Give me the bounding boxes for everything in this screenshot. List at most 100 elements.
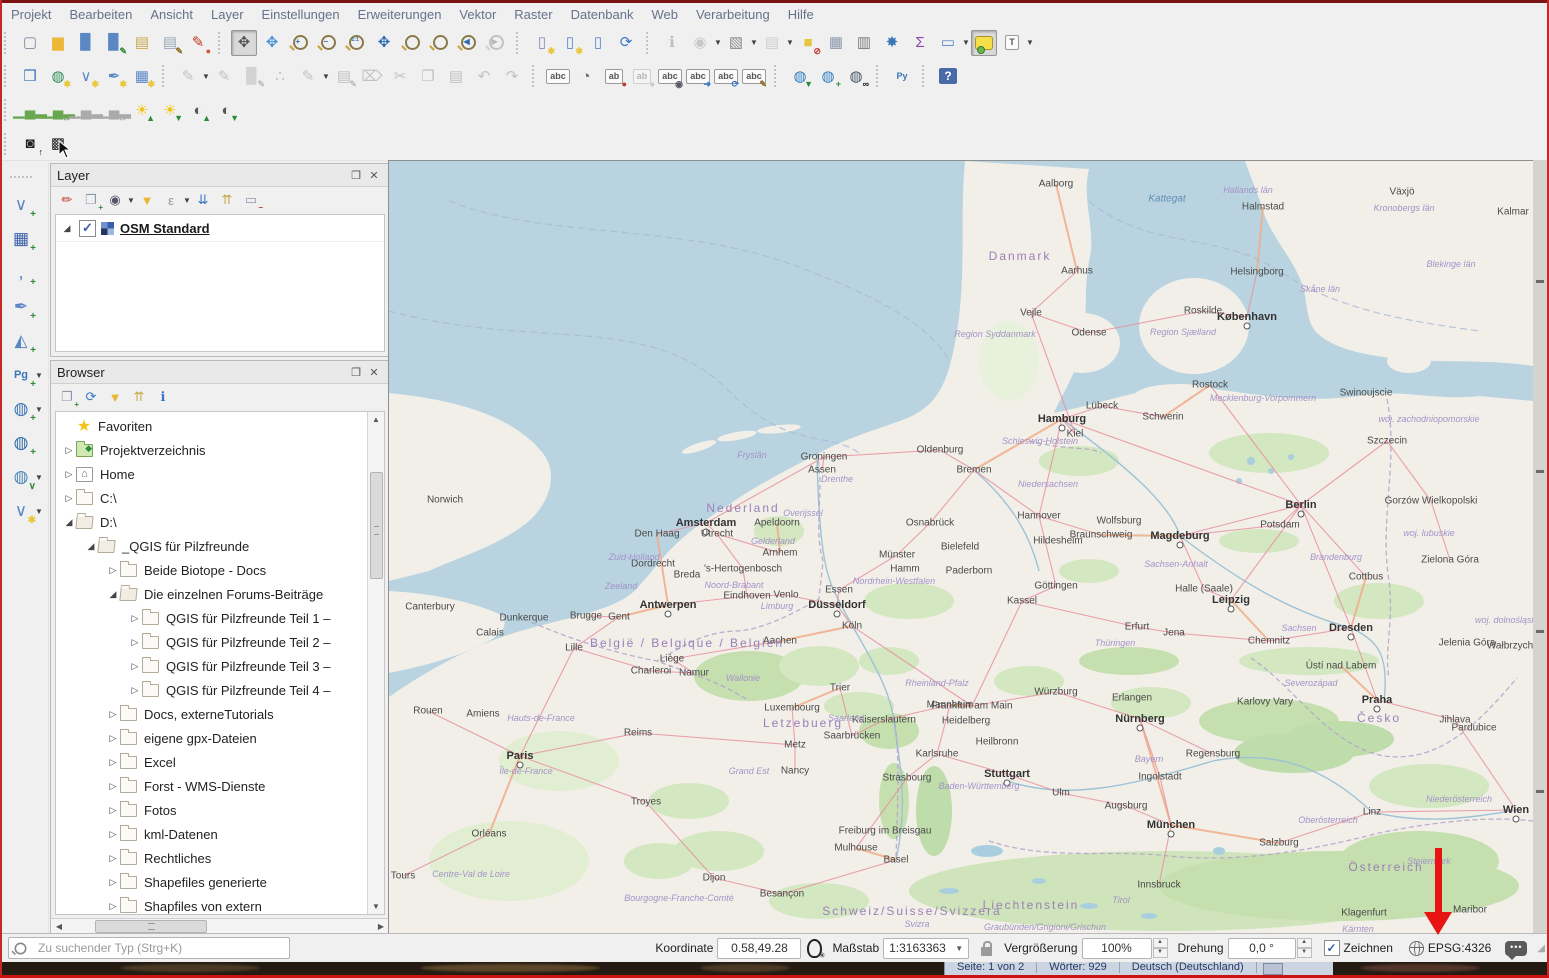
zoom-native[interactable]: 1:1 <box>343 30 369 56</box>
tree-item-qgis-für-pilzfreunde-teil-4[interactable]: ▷QGIS für Pilzfreunde Teil 4 – <box>56 678 384 702</box>
cut-features[interactable]: ✂ <box>387 63 413 89</box>
highlight-pinned-labels[interactable]: ab● <box>601 63 627 89</box>
layer-item-label[interactable]: OSM Standard <box>120 221 210 236</box>
identify-features[interactable]: ℹ <box>659 30 685 56</box>
zoom-last[interactable]: ◀ <box>455 30 481 56</box>
layer-diagram[interactable]: ◔ <box>573 63 599 89</box>
manage-map-themes[interactable]: ◉ <box>103 188 127 212</box>
toolbar-handle[interactable] <box>4 65 12 87</box>
toolbar-handle[interactable] <box>4 133 12 155</box>
redo[interactable]: ↷ <box>499 63 525 89</box>
deselect-features[interactable]: ■⊘ <box>795 30 821 56</box>
run-feature-action-dropdown-icon[interactable]: ▼ <box>714 38 721 47</box>
menu-datenbank[interactable]: Datenbank <box>562 5 643 24</box>
magnifier-spinner[interactable]: ▲▼ <box>1153 938 1168 958</box>
increase-contrast[interactable]: ◐▲ <box>185 97 211 123</box>
expander-icon[interactable]: ▷ <box>106 901 120 912</box>
open-layer-styling[interactable]: ✏ <box>55 188 79 212</box>
new-project[interactable]: ▢ <box>17 30 43 56</box>
manage-map-themes-dropdown-icon[interactable]: ▼ <box>127 196 134 205</box>
menu-bearbeiten[interactable]: Bearbeiten <box>60 5 141 24</box>
tree-item-excel[interactable]: ▷Excel <box>56 750 384 774</box>
show-bookmark-manager[interactable]: ▯ <box>585 30 611 56</box>
filter-by-expression-dropdown-icon[interactable]: ▼ <box>183 196 190 205</box>
layer-checkbox[interactable]: ✓ <box>79 220 96 237</box>
toolbar-handle[interactable] <box>646 32 654 54</box>
expander-icon[interactable]: ◢ <box>62 517 76 528</box>
browser-horizontal-scrollbar[interactable]: ◀ ▶ <box>51 918 389 934</box>
render-checkbox[interactable]: ✓ <box>1324 940 1340 956</box>
menu-vektor[interactable]: Vektor <box>450 5 505 24</box>
new-geopackage-layer[interactable]: ◍✱ <box>45 63 71 89</box>
current-edits-dropdown-icon[interactable]: ▼ <box>202 72 209 81</box>
expander-icon[interactable]: ▷ <box>128 637 142 648</box>
close-panel-icon[interactable]: ✕ <box>365 167 383 183</box>
scroll-down-icon[interactable]: ▼ <box>368 899 384 914</box>
open-project[interactable]: ▆ <box>45 30 71 56</box>
new-spatialite-layer[interactable]: ✒✱ <box>101 63 127 89</box>
tree-item-kml-datenen[interactable]: ▷kml-Datenen <box>56 822 384 846</box>
tree-item-favoriten[interactable]: ★Favoriten <box>56 414 384 438</box>
scale-combobox[interactable]: 1:3163363 ▼ <box>883 938 969 959</box>
tree-item-beide-biotope-docs[interactable]: ▷Beide Biotope - Docs <box>56 558 384 582</box>
add-vector-layer[interactable]: ∨+ <box>7 191 35 219</box>
select-features-by-value[interactable]: ▤ <box>759 30 785 56</box>
float-panel-icon[interactable]: ❐ <box>347 167 365 183</box>
add-postgis-layer[interactable]: Pg+ <box>7 361 35 389</box>
expand-all[interactable]: ⇊ <box>191 188 215 212</box>
plugin-import-photos[interactable]: ◙↑ <box>17 131 43 157</box>
expander-icon[interactable]: ▷ <box>106 565 120 576</box>
increase-brightness[interactable]: ☀▲ <box>129 97 155 123</box>
filter-by-expression[interactable]: ε <box>159 188 183 212</box>
new-spatial-bookmark[interactable]: ▯✱ <box>529 30 555 56</box>
toolbar-handle[interactable] <box>532 65 540 87</box>
float-panel-icon[interactable]: ❐ <box>347 364 365 380</box>
tree-item-qgis-für-pilzfreunde-teil-3[interactable]: ▷QGIS für Pilzfreunde Teil 3 – <box>56 654 384 678</box>
menu-projekt[interactable]: Projekt <box>2 5 60 24</box>
menu-raster[interactable]: Raster <box>505 5 561 24</box>
delete-selected[interactable]: ⌦ <box>359 63 385 89</box>
menu-hilfe[interactable]: Hilfe <box>779 5 823 24</box>
osm-download[interactable]: ◍▼ <box>787 63 813 89</box>
menu-layer[interactable]: Layer <box>202 5 253 24</box>
new-print-layout[interactable]: ▤ <box>129 30 155 56</box>
messages-icon[interactable]: ••• <box>1505 941 1527 956</box>
save-project-as[interactable]: ▉✎ <box>101 30 127 56</box>
expander-icon[interactable]: ▷ <box>106 877 120 888</box>
expander-icon[interactable]: ▷ <box>128 613 142 624</box>
expander-icon[interactable]: ▷ <box>128 685 142 696</box>
tree-item-rechtliches[interactable]: ▷Rechtliches <box>56 846 384 870</box>
run-feature-action[interactable]: ◉ <box>687 30 713 56</box>
measure-line[interactable]: ▭ <box>935 30 961 56</box>
add-delimited-text-layer[interactable]: ,+ <box>7 259 35 287</box>
zoom-next[interactable]: ▶ <box>483 30 509 56</box>
expander-icon[interactable]: ▷ <box>106 709 120 720</box>
coordinate-value[interactable]: 0.58,49.28 <box>717 938 801 959</box>
toolbar-handle[interactable] <box>876 65 884 87</box>
expander-icon[interactable]: ▷ <box>106 805 120 816</box>
search-input[interactable] <box>36 940 285 956</box>
tree-item-qgis-für-pilzfreunde-teil-1[interactable]: ▷QGIS für Pilzfreunde Teil 1 – <box>56 606 384 630</box>
menu-web[interactable]: Web <box>642 5 687 24</box>
menu-erweiterungen[interactable]: Erweiterungen <box>349 5 451 24</box>
pin-unpin-labels[interactable]: ab● <box>629 63 655 89</box>
zoom-in[interactable]: + <box>287 30 313 56</box>
digitize-with-curve[interactable]: ∴ <box>267 63 293 89</box>
new-shapefile-layer[interactable]: ∨✱ <box>7 497 35 525</box>
zoom-full[interactable]: ✥ <box>371 30 397 56</box>
close-panel-icon[interactable]: ✕ <box>365 364 383 380</box>
map-tips[interactable] <box>971 30 997 56</box>
local-histogram-stretch[interactable]: ▁▄▂ <box>17 97 43 123</box>
tree-item-c[interactable]: ▷C:\ <box>56 486 384 510</box>
expander-icon[interactable]: ◢ <box>60 223 74 234</box>
layer-item-osm-standard[interactable]: ◢ ✓ OSM Standard <box>56 215 384 242</box>
show-hide-labels[interactable]: abc◉ <box>657 63 683 89</box>
vertex-tool-dropdown-icon[interactable]: ▼ <box>322 72 329 81</box>
add-wfs-layer[interactable]: ◍∨ <box>7 463 35 491</box>
layer-labeling[interactable]: abc <box>545 63 571 89</box>
python-console[interactable]: Py <box>889 63 915 89</box>
full-histogram-stretch[interactable]: ▁▄▂↔ <box>45 97 71 123</box>
scroll-right-icon[interactable]: ▶ <box>373 922 389 931</box>
expander-icon[interactable]: ▷ <box>106 781 120 792</box>
toolbar-handle[interactable] <box>218 32 226 54</box>
